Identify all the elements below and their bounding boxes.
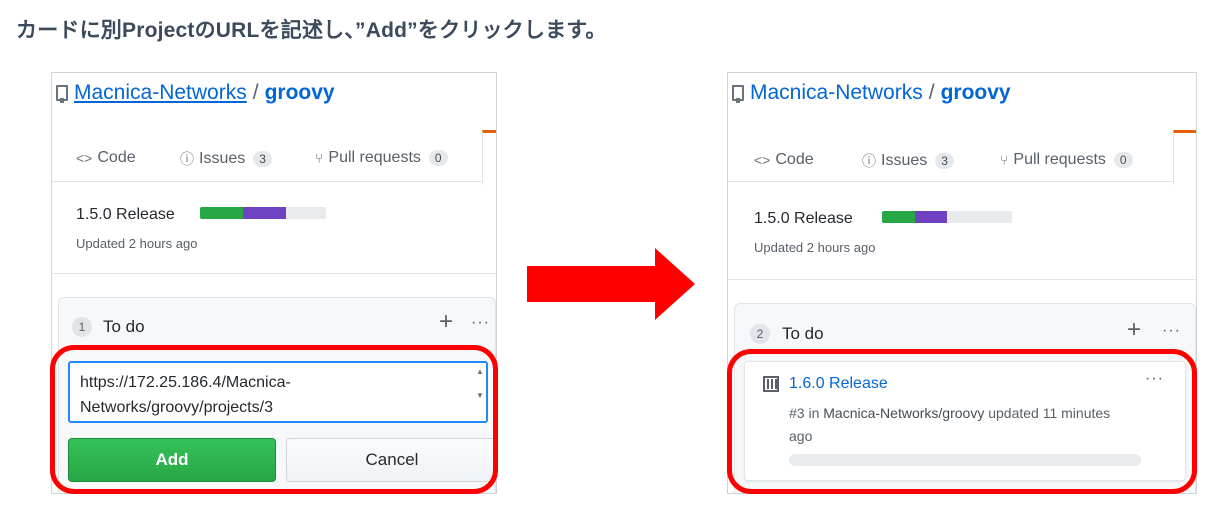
tab-pull-requests-label: Pull requests xyxy=(1013,151,1106,168)
card-number: #3 xyxy=(789,405,805,421)
left-screenshot-panel: Macnica-Networks / groovy <> Code ⓘ Issu… xyxy=(51,72,497,494)
card-note-textarea[interactable] xyxy=(68,361,488,423)
tab-issues[interactable]: ⓘ Issues 3 xyxy=(180,149,272,169)
repo-owner-link[interactable]: Macnica-Networks xyxy=(74,81,247,105)
progress-closed-segment xyxy=(882,211,915,223)
card-menu-icon[interactable]: ··· xyxy=(1145,370,1164,388)
breadcrumb-separator: / xyxy=(252,81,259,104)
divider xyxy=(728,279,1196,280)
column-title: To do xyxy=(782,324,824,343)
cancel-button[interactable]: Cancel xyxy=(286,438,496,482)
pull-requests-count-badge: 0 xyxy=(428,150,448,166)
add-card-icon[interactable]: + xyxy=(1127,316,1141,344)
pull-request-icon: ⑂ xyxy=(315,150,324,166)
code-icon: <> xyxy=(76,150,93,166)
column-menu-icon[interactable]: ··· xyxy=(471,314,490,332)
repo-tabs: <> Code ⓘ Issues 3 ⑂ Pull requests 0 xyxy=(728,131,1196,182)
breadcrumb-separator: / xyxy=(928,81,935,104)
progress-in-progress-segment xyxy=(914,211,947,223)
tab-code[interactable]: <> Code xyxy=(76,149,136,167)
tab-projects[interactable] xyxy=(482,130,496,185)
tab-pull-requests-label: Pull requests xyxy=(328,149,421,166)
project-icon xyxy=(763,376,779,392)
pull-requests-count-badge: 0 xyxy=(1113,152,1133,168)
code-icon: <> xyxy=(754,152,771,168)
issues-count-badge: 3 xyxy=(253,151,272,167)
tab-code[interactable]: <> Code xyxy=(754,151,814,169)
milestone-progress-bar xyxy=(882,211,1012,223)
column-card-count: 2 xyxy=(750,324,770,344)
tab-projects[interactable] xyxy=(1173,130,1196,185)
column-title: To do xyxy=(103,317,145,336)
progress-closed-segment xyxy=(200,207,243,219)
repo-name-link[interactable]: groovy xyxy=(941,81,1011,105)
right-arrow-icon xyxy=(527,248,695,320)
milestone-updated: Updated 2 hours ago xyxy=(76,236,198,251)
milestone-updated: Updated 2 hours ago xyxy=(754,240,876,255)
repo-breadcrumb: Macnica-Networks / groovy xyxy=(732,81,1011,105)
column-menu-icon[interactable]: ··· xyxy=(1162,322,1181,340)
tab-pull-requests[interactable]: ⑂ Pull requests 0 xyxy=(1000,151,1133,169)
issue-icon: ⓘ xyxy=(180,151,194,167)
milestone-name: 1.5.0 Release xyxy=(76,206,175,223)
column-card-count: 1 xyxy=(72,317,92,337)
divider xyxy=(52,273,496,274)
tab-issues-label: Issues xyxy=(881,152,928,169)
textarea-scrollbar[interactable]: ▲ ▼ xyxy=(474,365,486,419)
instruction-heading: カードに別ProjectのURLを記述し、”Add”をクリックします。 xyxy=(16,19,607,42)
card-in-text: in xyxy=(808,405,820,421)
card-progress-bar xyxy=(789,454,1141,466)
tab-issues[interactable]: ⓘ Issues 3 xyxy=(862,151,954,171)
issues-count-badge: 3 xyxy=(935,153,954,169)
tab-pull-requests[interactable]: ⑂ Pull requests 0 xyxy=(315,149,448,167)
progress-in-progress-segment xyxy=(242,207,286,219)
tab-issues-label: Issues xyxy=(199,150,246,167)
milestone-progress-bar xyxy=(200,207,326,219)
project-card[interactable]: 1.6.0 Release ··· #3 in Macnica-Networks… xyxy=(744,361,1186,481)
issue-icon: ⓘ xyxy=(862,153,876,169)
card-repo-link[interactable]: Macnica-Networks/groovy xyxy=(823,405,984,421)
repo-name-link[interactable]: groovy xyxy=(265,81,335,105)
milestone-name: 1.5.0 Release xyxy=(754,210,853,227)
repo-tabs: <> Code ⓘ Issues 3 ⑂ Pull requests 0 xyxy=(52,131,496,182)
repo-owner-link[interactable]: Macnica-Networks xyxy=(750,81,923,105)
tab-code-label: Code xyxy=(775,151,814,168)
card-project-link[interactable]: 1.6.0 Release xyxy=(789,375,888,393)
repo-icon xyxy=(732,85,744,103)
repo-icon xyxy=(56,85,68,103)
repo-breadcrumb: Macnica-Networks / groovy xyxy=(56,81,335,105)
add-card-icon[interactable]: + xyxy=(439,308,453,336)
add-button[interactable]: Add xyxy=(68,438,276,482)
pull-request-icon: ⑂ xyxy=(1000,152,1009,168)
card-metadata: #3 in Macnica-Networks/groovy updated 11… xyxy=(789,402,1119,448)
right-screenshot-panel: Macnica-Networks / groovy <> Code ⓘ Issu… xyxy=(727,72,1197,494)
scroll-up-icon[interactable]: ▲ xyxy=(474,367,486,376)
tab-code-label: Code xyxy=(97,149,136,166)
scroll-down-icon[interactable]: ▼ xyxy=(474,391,486,400)
